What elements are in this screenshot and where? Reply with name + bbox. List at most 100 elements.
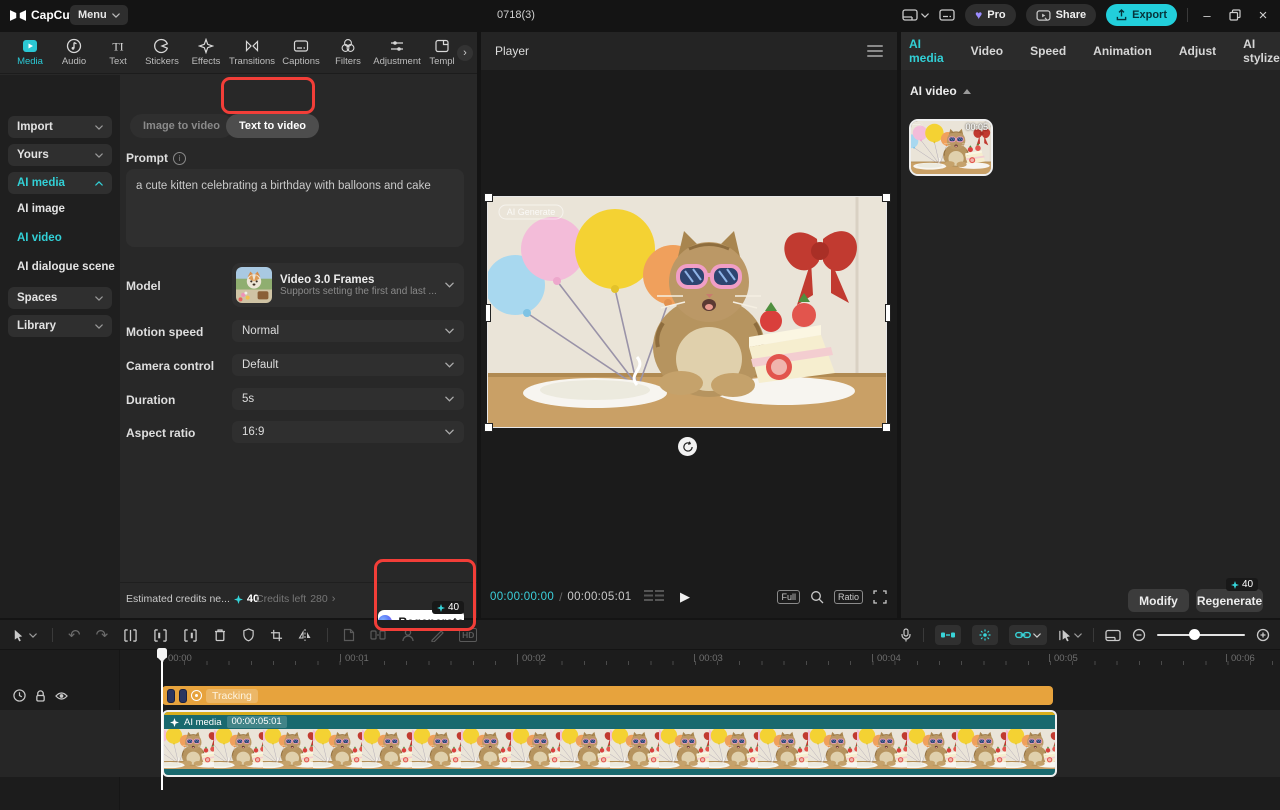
eye-icon[interactable] — [55, 691, 68, 701]
tab-captions[interactable]: Captions — [276, 38, 326, 67]
aspect-ratio-select[interactable]: 16:9 — [232, 421, 464, 443]
duration-select[interactable]: 5s — [232, 388, 464, 410]
selection-handle-tr[interactable] — [882, 193, 891, 202]
extract-person-button[interactable] — [401, 628, 415, 642]
tab-audio[interactable]: Audio — [52, 38, 96, 67]
zoom-in-button[interactable] — [1256, 628, 1270, 642]
camera-control-select[interactable]: Default — [232, 354, 464, 376]
ai-video-thumbnail[interactable]: 00:05 — [909, 119, 993, 176]
video-canvas[interactable] — [488, 197, 886, 427]
modify-button[interactable]: Modify — [1128, 589, 1189, 612]
selection-handle-bl[interactable] — [484, 423, 493, 432]
tab-templates[interactable]: Templ — [424, 38, 460, 67]
ai-video-section-header[interactable]: AI video — [910, 84, 971, 98]
selection-handle-tl[interactable] — [484, 193, 493, 202]
player-title: Player — [495, 44, 529, 58]
tab-filters-label: Filters — [335, 56, 361, 67]
transition-button[interactable] — [370, 629, 386, 641]
tab-ai-media[interactable]: AI media — [909, 37, 944, 65]
smart-script-button[interactable] — [343, 628, 355, 642]
ai-stylize-button[interactable] — [430, 628, 444, 642]
tab-strip-expand-button[interactable]: › — [457, 45, 473, 61]
zoom-slider-knob[interactable] — [1189, 629, 1200, 640]
tab-adjust[interactable]: Adjust — [1179, 44, 1216, 58]
timeline-zoom-slider[interactable] — [1157, 634, 1245, 636]
fullscreen-icon[interactable] — [873, 590, 887, 604]
tab-media-label: Media — [17, 56, 43, 67]
select-tool-button[interactable] — [12, 629, 37, 642]
snap-toggle-button[interactable] — [935, 625, 961, 645]
close-button[interactable]: × — [1254, 7, 1272, 24]
sidebar-item-ai-dialogue-scene[interactable]: AI dialogue scene — [17, 261, 115, 273]
tab-text[interactable]: TI Text — [96, 38, 140, 67]
sidebar-item-ai-video[interactable]: AI video — [17, 232, 62, 244]
timeline-ruler[interactable]: 00:00 00:01 00:02 00:03 00:04 00:05 00:0… — [0, 650, 1280, 668]
ratio-button[interactable]: Ratio — [834, 590, 863, 604]
ai-media-clip[interactable]: AI media 00:00:05:01 — [162, 710, 1057, 777]
layout-toggle-icon[interactable] — [902, 9, 929, 21]
selection-handle-br[interactable] — [882, 423, 891, 432]
prompt-input[interactable]: a cute kitten celebrating a birthday wit… — [126, 169, 464, 247]
credits-left[interactable]: Credits left 280 › — [256, 593, 335, 605]
undo-button[interactable]: ↶ — [68, 626, 81, 644]
split-button[interactable] — [123, 629, 138, 642]
chevron-down-icon — [445, 429, 454, 435]
selection-handle-right[interactable] — [885, 304, 891, 322]
tab-stickers[interactable]: Stickers — [140, 38, 184, 67]
tab-adjustment[interactable]: Adjustment — [370, 38, 424, 67]
mirror-flip-button[interactable] — [298, 628, 312, 642]
tab-effects[interactable]: Effects — [184, 38, 228, 67]
tab-animation[interactable]: Animation — [1093, 44, 1152, 58]
lock-icon[interactable] — [35, 689, 46, 702]
record-voiceover-button[interactable] — [900, 628, 912, 642]
delete-left-button[interactable] — [153, 629, 168, 642]
tab-ai-stylize[interactable]: AI stylize — [1243, 37, 1280, 65]
sidebar-item-ai-image[interactable]: AI image — [17, 203, 65, 215]
restore-button[interactable] — [1226, 9, 1244, 21]
playhead-line[interactable] — [161, 652, 163, 790]
model-select[interactable]: Video 3.0 Frames Supports setting the fi… — [232, 263, 464, 307]
rotate-handle[interactable] — [678, 437, 697, 456]
image-to-video-tab[interactable]: Image to video — [130, 114, 233, 138]
selection-handle-left[interactable] — [485, 304, 491, 322]
frame-view-icon[interactable] — [644, 590, 666, 605]
link-toggle-button[interactable] — [1009, 625, 1047, 645]
focus-zoom-icon[interactable] — [810, 590, 824, 604]
sidebar-item-spaces[interactable]: Spaces — [8, 287, 112, 309]
hd-enhance-button[interactable]: HD — [459, 628, 477, 642]
clock-icon[interactable] — [13, 689, 26, 702]
inspector-regenerate-button[interactable]: Regenerate — [1196, 589, 1263, 612]
sidebar-item-library[interactable]: Library — [8, 315, 112, 337]
pro-button[interactable]: ♥ Pro — [965, 4, 1015, 26]
playhead-handle-tip — [157, 657, 167, 662]
motion-speed-select[interactable]: Normal — [232, 320, 464, 342]
zoom-out-button[interactable] — [1132, 628, 1146, 642]
sidebar-item-yours[interactable]: Yours — [8, 144, 112, 166]
mark-button[interactable] — [242, 628, 255, 642]
menu-button[interactable]: Menu — [70, 5, 128, 25]
player-menu-icon[interactable] — [867, 42, 883, 60]
delete-right-button[interactable] — [183, 629, 198, 642]
info-icon[interactable]: i — [173, 152, 186, 165]
caption-panel-icon[interactable] — [939, 9, 955, 21]
tab-media[interactable]: Media — [8, 38, 52, 67]
tab-speed[interactable]: Speed — [1030, 44, 1066, 58]
preview-axis-button[interactable] — [1105, 629, 1121, 642]
play-button[interactable]: ▶ — [680, 585, 690, 609]
tab-video[interactable]: Video — [971, 44, 1003, 58]
share-button[interactable]: Share — [1026, 4, 1097, 26]
auto-preview-toggle-button[interactable] — [972, 625, 998, 645]
redo-button[interactable]: ↷ — [96, 626, 109, 644]
tab-filters[interactable]: Filters — [326, 38, 370, 67]
full-view-button[interactable]: Full — [777, 590, 800, 604]
sidebar-item-ai-media[interactable]: AI media — [8, 172, 112, 194]
crop-button[interactable] — [270, 629, 283, 642]
minimize-button[interactable]: – — [1198, 8, 1216, 23]
export-button[interactable]: Export — [1106, 4, 1177, 26]
text-to-video-tab[interactable]: Text to video — [226, 114, 319, 138]
sidebar-item-import[interactable]: Import — [8, 116, 112, 138]
tracking-track-clip[interactable]: Tracking — [162, 686, 1053, 705]
tab-transitions[interactable]: Transitions — [228, 38, 276, 67]
cursor-follow-button[interactable] — [1058, 629, 1082, 642]
delete-button[interactable] — [213, 628, 227, 642]
